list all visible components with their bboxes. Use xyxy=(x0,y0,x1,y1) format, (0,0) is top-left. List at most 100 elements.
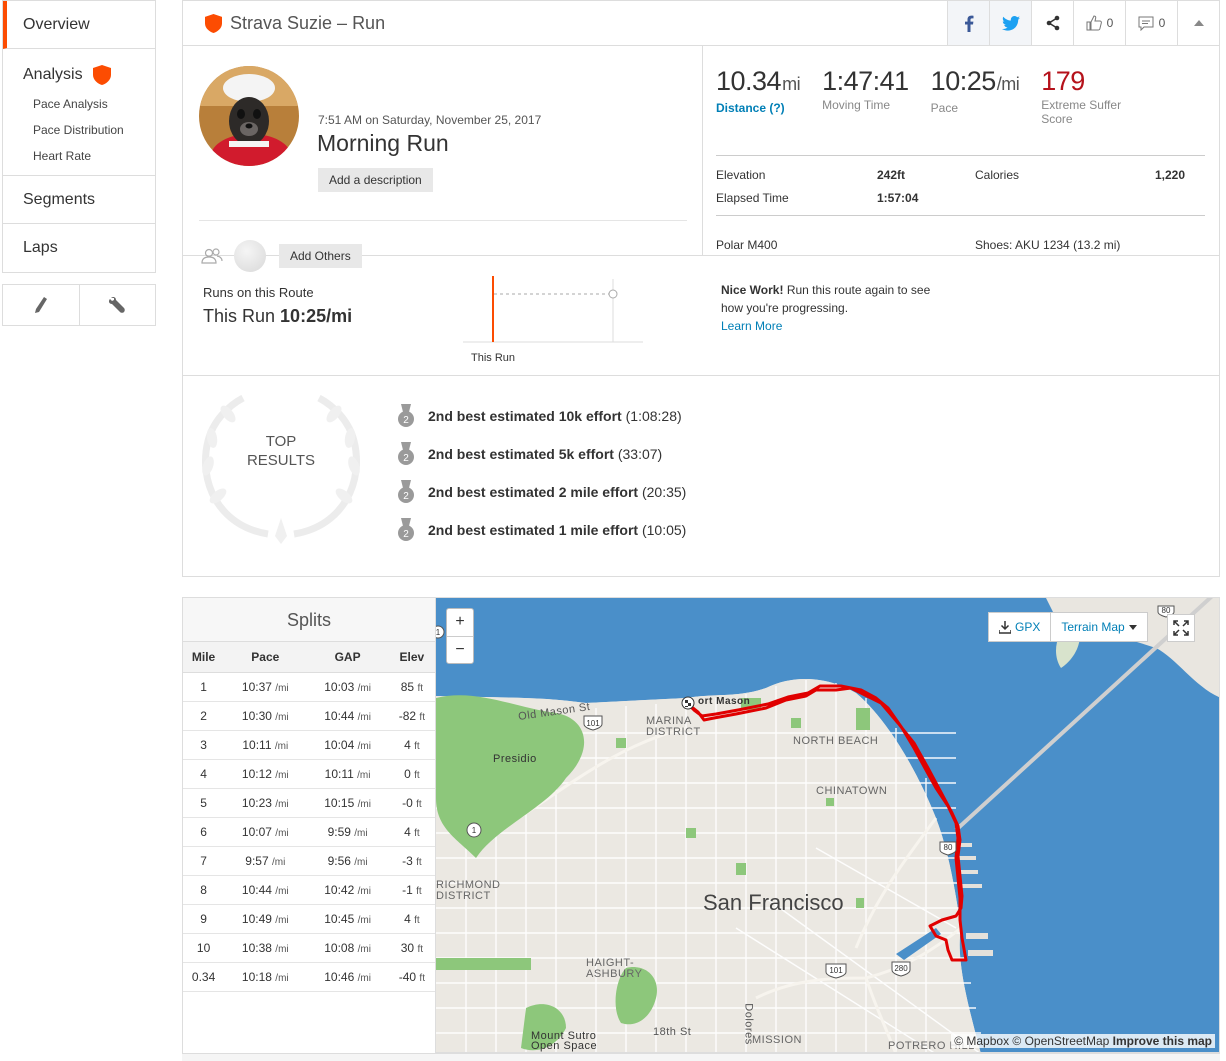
elevation-value: 242ft xyxy=(877,168,906,182)
sidebar-item-overview[interactable]: Overview xyxy=(3,1,155,49)
split-gap: 9:59 /mi xyxy=(306,817,389,847)
calories-value: 1,220 xyxy=(1154,168,1185,182)
table-row[interactable]: 10 10:38 /mi 10:08 /mi 30 ft xyxy=(183,933,435,963)
stat-suffer-score[interactable]: 179 Extreme Suffer Score xyxy=(1041,66,1136,155)
activity-name[interactable]: Morning Run xyxy=(317,130,449,157)
split-gap-unit: /mi xyxy=(354,827,368,839)
comments-button[interactable]: 0 xyxy=(1125,1,1177,45)
activity-header: Strava Suzie – Run 0 0 xyxy=(183,1,1219,46)
table-row[interactable]: 1 10:37 /mi 10:03 /mi 85 ft xyxy=(183,672,435,702)
sidebar-item-heart-rate[interactable]: Heart Rate xyxy=(23,143,135,169)
split-gap-unit: /mi xyxy=(357,798,371,810)
sidebar-item-segments[interactable]: Segments xyxy=(3,176,155,224)
activity-summary: 7:51 AM on Saturday, November 25, 2017 M… xyxy=(183,46,703,272)
stat-moving-time: 1:47:41 Moving Time xyxy=(822,66,909,155)
route-1-shield-north: 1 xyxy=(436,628,441,637)
split-elev: 4 ft xyxy=(388,817,435,847)
nice-work-label: Nice Work! xyxy=(721,283,784,297)
actions-button[interactable] xyxy=(78,285,156,325)
table-row[interactable]: 5 10:23 /mi 10:15 /mi -0 ft xyxy=(183,788,435,818)
twitter-share-button[interactable] xyxy=(989,1,1031,45)
elevation-label: Elevation xyxy=(716,168,766,182)
facebook-share-button[interactable] xyxy=(947,1,989,45)
map-label-presidio: Presidio xyxy=(493,753,537,765)
splits-table: Mile Pace GAP Elev 1 10:37 /mi 10:03 /mi 85… xyxy=(183,642,435,992)
split-gap: 10:44 /mi xyxy=(306,701,389,731)
sidebar-item-analysis[interactable]: Analysis Pace Analysis Pace Distribution… xyxy=(3,49,155,176)
split-pace-unit: /mi xyxy=(275,885,289,897)
sidebar-analysis-label: Analysis xyxy=(23,66,83,83)
share-button[interactable] xyxy=(1031,1,1073,45)
split-gap: 10:42 /mi xyxy=(306,875,389,905)
edit-button[interactable] xyxy=(3,285,79,325)
activity-datetime: 7:51 AM on Saturday, November 25, 2017 xyxy=(318,113,542,127)
result-item[interactable]: 2 2nd best estimated 10k effort (1:08:28… xyxy=(397,404,682,428)
avatar[interactable] xyxy=(199,66,299,166)
split-pace-unit: /mi xyxy=(275,769,289,781)
kudos-button[interactable]: 0 xyxy=(1073,1,1125,45)
distance-label[interactable]: Distance (?) xyxy=(716,101,800,115)
resize-handle[interactable] xyxy=(182,1053,1220,1061)
attribution-text[interactable]: © Mapbox © OpenStreetMap xyxy=(954,1034,1109,1048)
result-label: 2nd best estimated 10k effort xyxy=(428,408,622,424)
split-pace-value: 10:18 xyxy=(241,969,272,984)
table-row[interactable]: 4 10:12 /mi 10:11 /mi 0 ft xyxy=(183,759,435,789)
distance-value: 10.34 xyxy=(716,66,782,96)
split-pace: 10:30 /mi xyxy=(224,701,307,731)
map-attribution: © Mapbox © OpenStreetMap Improve this ma… xyxy=(951,1034,1215,1048)
sidebar-item-pace-distribution[interactable]: Pace Distribution xyxy=(23,117,135,143)
shoes-info[interactable]: Shoes: AKU 1234 (13.2 mi) xyxy=(975,238,1120,252)
gpx-label: GPX xyxy=(1015,620,1041,634)
caret-down-icon xyxy=(1128,624,1137,630)
top-results-title: TOP RESULTS xyxy=(223,432,339,470)
silver-medal-icon: 2 xyxy=(398,442,414,465)
split-mile: 2 xyxy=(183,701,225,731)
improve-map-link[interactable]: Improve this map xyxy=(1113,1034,1212,1048)
split-mile-value: 3 xyxy=(200,737,207,752)
map-label-richmond: RICHMOND DISTRICT xyxy=(436,879,501,902)
split-pace-unit: /mi xyxy=(275,827,289,839)
split-gap: 10:03 /mi xyxy=(306,672,389,702)
map-type-dropdown[interactable]: Terrain Map xyxy=(1050,613,1146,641)
silver-medal-icon: 2 xyxy=(398,480,414,503)
table-row[interactable]: 7 9:57 /mi 9:56 /mi -3 ft xyxy=(183,846,435,876)
result-item[interactable]: 2 2nd best estimated 5k effort (33:07) xyxy=(397,442,662,466)
sidebar-item-pace-analysis[interactable]: Pace Analysis xyxy=(23,91,135,117)
table-row[interactable]: 8 10:44 /mi 10:42 /mi -1 ft xyxy=(183,875,435,905)
gpx-download-button[interactable]: GPX xyxy=(989,613,1050,641)
split-gap-unit: /mi xyxy=(357,740,371,752)
add-description-button[interactable]: Add a description xyxy=(318,168,433,192)
sidebar-item-laps[interactable]: Laps xyxy=(3,224,155,272)
table-row[interactable]: 3 10:11 /mi 10:04 /mi 4 ft xyxy=(183,730,435,760)
zoom-in-button[interactable]: + xyxy=(447,609,473,636)
route-map[interactable]: 101 1 80 101 280 1 80 ort Mason MARINA D… xyxy=(435,597,1220,1053)
split-mile-value: 10 xyxy=(196,940,211,955)
split-gap-value: 10:15 xyxy=(324,795,355,810)
split-elev-unit: ft xyxy=(419,972,425,984)
split-gap-unit: /mi xyxy=(357,711,371,723)
column-header-pace: Pace xyxy=(224,642,307,673)
medal-rank: 2 xyxy=(403,491,409,502)
split-pace: 10:12 /mi xyxy=(224,759,307,789)
split-gap-value: 10:44 xyxy=(324,708,355,723)
split-mile: 10 xyxy=(183,933,225,963)
split-pace-value: 10:07 xyxy=(241,824,272,839)
split-gap: 10:15 /mi xyxy=(306,788,389,818)
result-item[interactable]: 2 2nd best estimated 2 mile effort (20:3… xyxy=(397,480,686,504)
table-row[interactable]: 9 10:49 /mi 10:45 /mi 4 ft xyxy=(183,904,435,934)
shield-icon xyxy=(205,13,222,33)
learn-more-link[interactable]: Learn More xyxy=(721,319,782,333)
zoom-out-button[interactable]: − xyxy=(447,636,473,663)
activity-stats: 10.34mi Distance (?) 1:47:41 Moving Time… xyxy=(703,46,1219,255)
split-pace-value: 10:38 xyxy=(241,940,272,955)
split-pace-unit: /mi xyxy=(271,856,286,868)
this-run-label: This Run xyxy=(203,306,276,326)
split-elev-value: 30 xyxy=(400,940,415,955)
fullscreen-button[interactable] xyxy=(1167,614,1195,642)
result-item[interactable]: 2 2nd best estimated 1 mile effort (10:0… xyxy=(397,518,686,542)
collapse-button[interactable] xyxy=(1177,1,1219,45)
table-row[interactable]: 2 10:30 /mi 10:44 /mi -82 ft xyxy=(183,701,435,731)
table-row[interactable]: 6 10:07 /mi 9:59 /mi 4 ft xyxy=(183,817,435,847)
table-row[interactable]: 0.34 10:18 /mi 10:46 /mi -40 ft xyxy=(183,962,435,992)
split-pace-value: 10:49 xyxy=(241,911,272,926)
